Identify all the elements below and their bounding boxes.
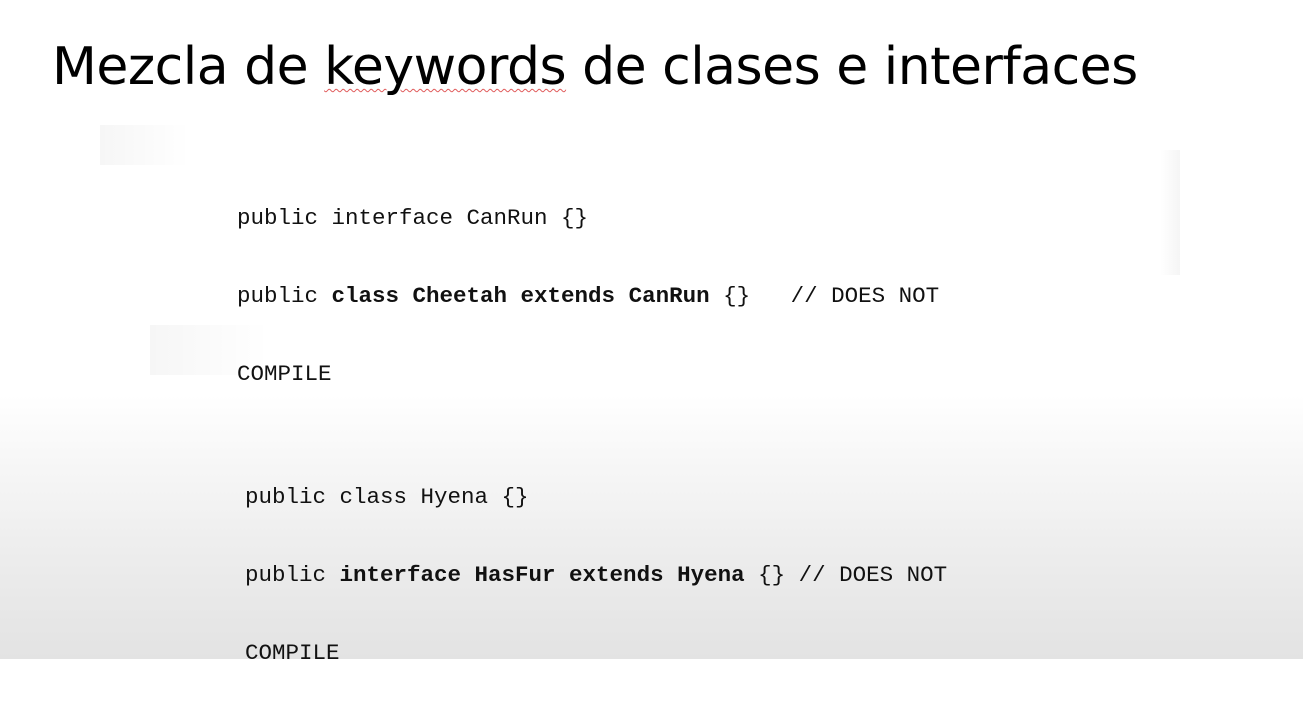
- code-comment: {} // DOES NOT: [709, 283, 940, 309]
- code-bold-text: interface HasFur extends Hyena: [339, 562, 745, 588]
- title-part-1: Mezcla de: [52, 37, 325, 97]
- pasted-image-edge: [1160, 150, 1180, 275]
- code-text: public interface CanRun {}: [237, 205, 589, 231]
- title-keyword: keywords: [324, 37, 567, 97]
- code-block-class-extends-interface: public interface CanRun {} public class …: [237, 160, 939, 433]
- code-text: public: [237, 283, 332, 309]
- code-comment: COMPILE: [237, 361, 332, 387]
- code-line: public class Hyena {}: [245, 478, 947, 517]
- code-line: public class Cheetah extends CanRun {} /…: [237, 277, 939, 316]
- code-comment: {} // DOES NOT: [744, 562, 948, 588]
- code-text: public: [245, 562, 340, 588]
- code-block-interface-extends-class: public class Hyena {} public interface H…: [245, 439, 947, 712]
- code-line: public interface CanRun {}: [237, 199, 939, 238]
- code-text: public class Hyena {}: [245, 484, 529, 510]
- code-line: COMPILE: [245, 634, 947, 673]
- code-comment: COMPILE: [245, 640, 340, 666]
- title-part-2: de clases e interfaces: [566, 37, 1138, 97]
- pasted-image-edge: [100, 125, 190, 165]
- code-line: COMPILE: [237, 355, 939, 394]
- code-line: public interface HasFur extends Hyena {}…: [245, 556, 947, 595]
- code-bold-text: class Cheetah extends CanRun: [331, 283, 710, 309]
- slide-title: Mezcla de keywords de clases e interface…: [52, 24, 1138, 110]
